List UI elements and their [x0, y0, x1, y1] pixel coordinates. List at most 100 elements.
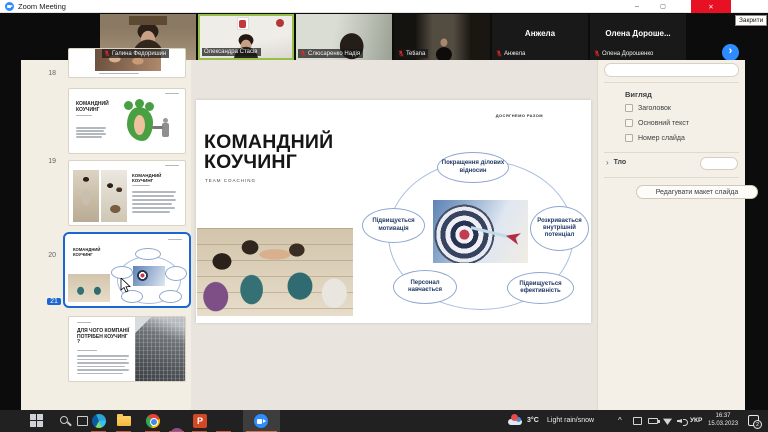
tray-device-icon[interactable] — [633, 417, 642, 425]
diagram-bubble-left: Підвищується мотивація — [362, 208, 425, 243]
volume-icon[interactable] — [677, 417, 686, 425]
thumbnail-slide-22[interactable]: ДЛЯ ЧОГО КОМПАНІЇ ПОТРІБЕН КОУЧИНГ ? — [68, 316, 186, 382]
participant-name-badge: Слюсаренко Надія — [298, 49, 363, 58]
wall-picture — [237, 17, 249, 30]
muted-mic-icon — [594, 50, 600, 57]
close-tooltip: Закрити — [735, 15, 767, 26]
mouse-cursor — [120, 278, 132, 294]
diagram-bubble-top: Покращення ділових відносин — [437, 152, 509, 183]
mini-bubble — [135, 248, 161, 260]
checkbox[interactable] — [625, 104, 633, 112]
panel-text-field[interactable] — [604, 63, 739, 77]
network-icon[interactable] — [663, 417, 672, 425]
video-tile[interactable]: Tetiana — [394, 14, 490, 60]
video-tile[interactable]: Слюсаренко Надія — [296, 14, 392, 60]
participant-name: Слюсаренко Надія — [308, 51, 360, 57]
team-photo — [197, 228, 353, 316]
edit-layout-button[interactable]: Редагувати макет слайда — [636, 185, 758, 199]
weather-icon[interactable] — [508, 416, 522, 425]
participant-name-badge: Tetiana — [396, 49, 428, 58]
checkbox-row-body[interactable]: Основний текст — [625, 119, 689, 127]
checkbox-row-title[interactable]: Заголовок — [625, 104, 671, 112]
minimize-button[interactable]: – — [626, 0, 648, 13]
diagram-bubble-bottom-left: Персонал навчається — [393, 270, 457, 304]
thumbnail-slide-20[interactable]: КОМАНДНИЙ КОУЧИНГ — [68, 160, 186, 226]
mini-bubble — [165, 266, 187, 281]
participant-name-badge: Анжела — [494, 49, 528, 58]
video-strip: Галина Федоришин Олександра Стасів Слюса… — [0, 13, 768, 60]
task-view-icon[interactable] — [76, 414, 90, 428]
participant-name: Олена Дорошенко — [602, 51, 653, 57]
knight-cartoon — [162, 123, 169, 137]
arrow-graphic — [471, 226, 518, 240]
maximize-button[interactable]: ▢ — [652, 0, 674, 13]
muted-mic-icon — [398, 50, 404, 57]
tray-chevron-icon[interactable]: ^ — [618, 416, 622, 425]
thumbnail-slide-19[interactable]: КОМАНДНИЙ КОУЧИНГ — [68, 88, 186, 154]
slide-title: КОМАНДНИЙ КОУЧИНГ — [204, 132, 333, 173]
slide-subtitle: TEAM COACHING — [205, 178, 256, 183]
participant-name: Tetiana — [406, 51, 425, 57]
zoom-icon — [254, 414, 268, 428]
video-tile-no-video[interactable]: Анжела Анжела — [492, 14, 588, 60]
clock-date[interactable]: 15.03.2023 — [708, 421, 738, 427]
participant-name: Анжела — [504, 51, 525, 57]
background-color-swatch[interactable] — [700, 157, 738, 170]
thumbnail-slide-21-selected[interactable]: КОМАНДНИЙ КОУЧИНГ — [63, 232, 191, 308]
slide-canvas[interactable]: ДОСЯГНЕМО РАЗОМ КОМАНДНИЙ КОУЧИНГ TEAM C… — [191, 60, 597, 410]
checkbox[interactable] — [625, 119, 633, 127]
slide-number-selected: 21 — [47, 298, 61, 305]
participant-name-badge: Олена Дорошенко — [592, 49, 656, 58]
participant-name-badge: Олександра Стасів — [202, 48, 261, 56]
clock-time[interactable]: 16:37 — [708, 413, 738, 419]
participant-display-name: Анжела — [492, 29, 588, 38]
window-title: Zoom Meeting — [18, 2, 66, 11]
search-icon[interactable] — [58, 414, 72, 428]
slide-number: 20 — [36, 252, 56, 259]
slides-app: 18 19 20 КОМАНДНИЙ КОУЧИНГ — [21, 60, 745, 410]
participant-name: Галина Федоришин — [112, 51, 166, 57]
slide-filmstrip[interactable]: 18 19 20 КОМАНДНИЙ КОУЧИНГ — [21, 60, 191, 410]
background-row[interactable]: › Тло — [606, 158, 626, 167]
panel-section-title: Вигляд — [625, 90, 652, 99]
edge-browser-icon[interactable] — [92, 414, 106, 428]
zoom-taskbar-active[interactable] — [243, 410, 280, 432]
target-image — [433, 200, 528, 263]
next-videos-button[interactable]: › — [722, 44, 739, 61]
layout-properties-panel: Вигляд Заголовок Основний текст Номер сл… — [597, 60, 745, 410]
action-center-icon[interactable]: 2 — [748, 415, 759, 426]
participant-name: Олександра Стасів — [204, 49, 258, 55]
chrome-browser-icon[interactable] — [146, 414, 160, 428]
windows-taskbar: 100 P 3°C Light rain/snow ^ УКР 16:37 15… — [0, 410, 768, 432]
muted-mic-icon — [104, 50, 110, 57]
slide-eyebrow: ДОСЯГНЕМО РАЗОМ — [496, 113, 543, 118]
weather-condition[interactable]: Light rain/snow — [547, 417, 594, 424]
file-explorer-icon[interactable] — [117, 414, 131, 428]
zoom-app-icon — [5, 2, 14, 11]
slide-number: 18 — [36, 70, 56, 77]
participant-display-name: Олена Дороше... — [590, 29, 686, 38]
muted-mic-icon — [300, 50, 306, 57]
thumbnail-photo — [101, 170, 127, 222]
weather-temp[interactable]: 3°C — [527, 417, 539, 424]
slide-number: 19 — [36, 158, 56, 165]
checkbox-row-slide-number[interactable]: Номер слайда — [625, 134, 685, 142]
start-button-icon[interactable] — [30, 414, 44, 428]
language-indicator[interactable]: УКР — [690, 417, 702, 424]
video-tile-active-speaker[interactable]: Олександра Стасів — [198, 14, 294, 60]
wall-frame — [129, 16, 167, 25]
current-slide[interactable]: ДОСЯГНЕМО РАЗОМ КОМАНДНИЙ КОУЧИНГ TEAM C… — [196, 100, 591, 323]
diagram-bubble-bottom-right: Підвищується ефективність — [507, 272, 574, 304]
screen: Zoom Meeting – ▢ ✕ Закрити Галина Федори… — [0, 0, 768, 432]
thumbnail-building-photo — [135, 317, 185, 382]
video-tile-no-video[interactable]: Олена Дороше... Олена Дорошенко — [590, 14, 686, 60]
thumbnail-photo — [73, 170, 99, 222]
battery-icon[interactable] — [648, 418, 658, 424]
checkbox[interactable] — [625, 134, 633, 142]
close-button[interactable]: ✕ — [691, 0, 731, 13]
powerpoint-icon[interactable]: P — [193, 414, 207, 428]
mini-target-image — [133, 266, 165, 286]
participant-name-badge: Галина Федоришин — [102, 49, 169, 58]
notification-badge: 2 — [753, 420, 762, 429]
chevron-right-icon[interactable]: › — [606, 158, 609, 167]
